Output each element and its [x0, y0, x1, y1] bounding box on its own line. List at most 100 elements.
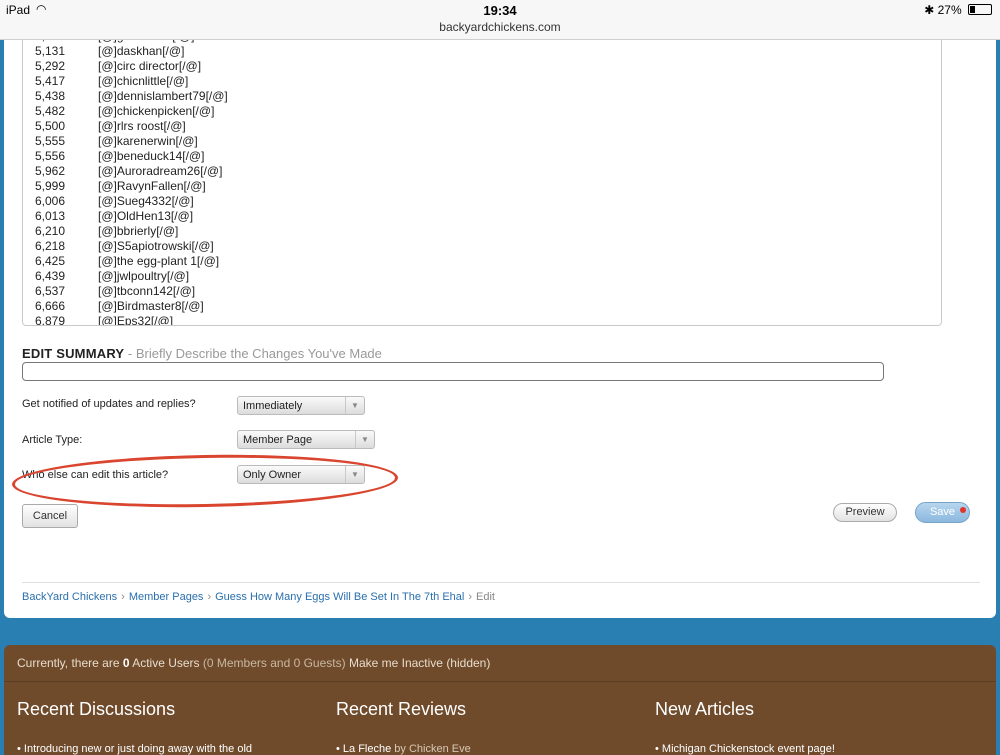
breadcrumb-item[interactable]: Member Pages — [129, 591, 204, 603]
row-mention: [@]the egg-plant 1[/@] — [98, 254, 220, 268]
battery-percent: 27% — [937, 3, 962, 17]
active-users-detail: (0 Members and 0 Guests) — [202, 656, 346, 670]
row-number: 6,013 — [35, 209, 66, 223]
chevron-down-icon: ▼ — [355, 431, 374, 448]
article-body-textarea[interactable]: 5,021[@]guzmanos[/@]5,131[@]daskhan[/@]5… — [22, 40, 942, 326]
row-number: 5,482 — [35, 104, 66, 118]
edit-summary-input[interactable] — [22, 362, 884, 381]
review-link-text: La Fleche — [342, 743, 392, 755]
row-number: 6,006 — [35, 194, 66, 208]
row-mention: [@]tbconn142[/@] — [98, 284, 196, 298]
table-row: 5,556 [@]beneduck14[/@] — [35, 149, 228, 164]
chevron-down-icon: ▼ — [345, 397, 364, 414]
table-row: 6,425 [@]the egg-plant 1[/@] — [35, 254, 228, 269]
table-row: 5,999 [@]RavynFallen[/@] — [35, 179, 228, 194]
row-number: 5,438 — [35, 89, 66, 103]
row-number: 5,417 — [35, 74, 66, 88]
ios-status-bar: iPad ◠ 19:34 ✱ 27% — [0, 0, 1000, 20]
url-text: backyardchickens.com — [439, 20, 561, 34]
edit-summary-heading: EDIT SUMMARY - Briefly Describe the Chan… — [22, 346, 382, 361]
divider — [22, 582, 980, 583]
edit-summary-description: - Briefly Describe the Changes You've Ma… — [124, 346, 382, 361]
recent-reviews-heading: Recent Reviews — [336, 699, 467, 719]
edit-summary-title: EDIT SUMMARY — [22, 346, 125, 361]
table-row: 5,417 [@]chicnlittle[/@] — [35, 74, 228, 89]
discussion-link[interactable]: • Introducing new or just doing away wit… — [17, 743, 252, 755]
row-mention: [@]bbrierly[/@] — [98, 224, 179, 238]
battery-icon — [968, 4, 992, 15]
table-row: 5,292 [@]circ director[/@] — [35, 59, 228, 74]
row-number: 6,210 — [35, 224, 66, 238]
breadcrumb-item[interactable]: BackYard Chickens — [22, 591, 117, 603]
row-number: 6,218 — [35, 239, 66, 253]
table-row: 5,555 [@]karenerwin[/@] — [35, 134, 228, 149]
chevron-right-icon: › — [468, 591, 473, 603]
table-row: 5,500 [@]rlrs roost[/@] — [35, 119, 228, 134]
edit-article-page: 5,021[@]guzmanos[/@]5,131[@]daskhan[/@]5… — [4, 40, 996, 618]
bullet-icon: • — [336, 743, 343, 755]
row-mention: [@]OldHen13[/@] — [98, 209, 194, 223]
table-row: 6,218 [@]S5apiotrowski[/@] — [35, 239, 228, 254]
battery-fill — [970, 6, 976, 13]
address-bar[interactable]: backyardchickens.com — [0, 20, 1000, 40]
row-number: 6,666 — [35, 299, 66, 313]
cancel-button[interactable]: Cancel — [22, 504, 78, 528]
article-link[interactable]: • Michigan Chickenstock event page! — [655, 743, 835, 755]
article-link-text: Michigan Chickenstock event page! — [661, 743, 835, 755]
save-button[interactable]: Save — [915, 502, 970, 523]
highlight-circle-annotation — [11, 451, 399, 511]
row-mention: [@]beneduck14[/@] — [98, 149, 205, 163]
row-number: 5,962 — [35, 164, 66, 178]
row-mention: [@]rlrs roost[/@] — [98, 119, 186, 133]
row-number: 5,131 — [35, 44, 66, 58]
row-mention: [@]Auroradream26[/@] — [98, 164, 223, 178]
table-row: 5,438 [@]dennislambert79[/@] — [35, 89, 228, 104]
row-number: 6,425 — [35, 254, 66, 268]
row-number: 5,292 — [35, 59, 66, 73]
preview-button[interactable]: Preview — [833, 503, 897, 522]
table-row: 5,962 [@]Auroradream26[/@] — [35, 164, 228, 179]
clock: 19:34 — [483, 3, 517, 18]
article-type-selected-value: Member Page — [243, 434, 313, 446]
row-mention: [@]karenerwin[/@] — [98, 134, 198, 148]
article-type-select[interactable]: Member Page ▼ — [237, 430, 375, 449]
active-users-prefix: Currently, there are — [17, 656, 123, 670]
row-number: 6,439 — [35, 269, 66, 283]
row-number: 5,500 — [35, 119, 66, 133]
table-row: 6,439 [@]jwlpoultry[/@] — [35, 269, 228, 284]
row-number: 6,879 — [35, 314, 66, 326]
table-row: 6,666 [@]Birdmaster8[/@] — [35, 299, 228, 314]
notify-select[interactable]: Immediately ▼ — [237, 396, 365, 415]
row-mention: [@]Sueg4332[/@] — [98, 194, 194, 208]
row-number: 5,999 — [35, 179, 66, 193]
table-row: 6,879 [@]Eps32[/@] — [35, 314, 228, 326]
active-users-label: Active Users — [129, 656, 203, 670]
discussion-link-text: Introducing new or just doing away with … — [23, 743, 252, 755]
table-row: 5,131 [@]daskhan[/@] — [35, 44, 228, 59]
table-row: 6,013 [@]OldHen13[/@] — [35, 209, 228, 224]
row-number: 5,555 — [35, 134, 66, 148]
row-mention: [@]Eps32[/@] — [98, 314, 174, 326]
active-users-count: 0 — [122, 656, 130, 670]
row-mention: [@]RavynFallen[/@] — [98, 179, 206, 193]
breadcrumb: BackYard Chickens › Member Pages › Guess How… — [22, 591, 495, 603]
review-link[interactable]: • La Fleche by Chicken Eve — [336, 743, 471, 755]
mention-list: 5,021[@]guzmanos[/@]5,131[@]daskhan[/@]5… — [35, 40, 228, 326]
chevron-right-icon: › — [207, 591, 212, 603]
row-number: 5,556 — [35, 149, 66, 163]
row-mention: [@]chickenpicken[/@] — [98, 104, 215, 118]
table-row: 6,537 [@]tbconn142[/@] — [35, 284, 228, 299]
make-inactive-link[interactable]: Make me Inactive (hidden) — [346, 656, 490, 670]
breadcrumb-item[interactable]: Guess How Many Eggs Will Be Set In The 7… — [215, 591, 464, 603]
site-footer: Currently, there are 0 Active Users (0 M… — [4, 645, 996, 755]
row-mention: [@]S5apiotrowski[/@] — [98, 239, 214, 253]
row-mention: [@]chicnlittle[/@] — [98, 74, 189, 88]
row-mention: [@]circ director[/@] — [98, 59, 202, 73]
row-mention: [@]Birdmaster8[/@] — [98, 299, 204, 313]
notify-selected-value: Immediately — [243, 400, 303, 412]
chevron-right-icon: › — [121, 591, 125, 603]
recent-discussions-heading: Recent Discussions — [17, 699, 176, 719]
table-row: 6,006 [@]Sueg4332[/@] — [35, 194, 228, 209]
notify-label: Get notified of updates and replies? — [22, 398, 196, 410]
active-users-line: Currently, there are 0 Active Users (0 M… — [17, 656, 490, 670]
